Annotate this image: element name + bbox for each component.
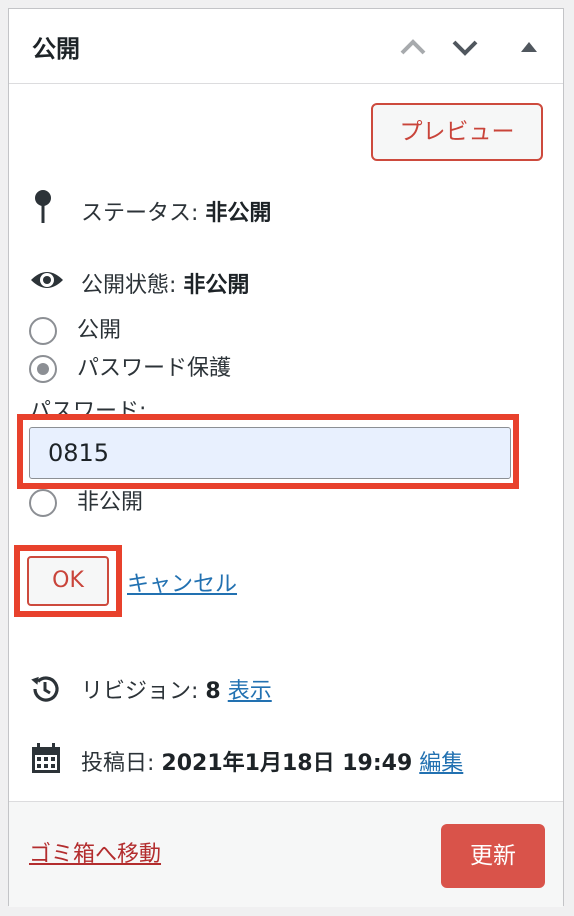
radio-public-button[interactable]	[29, 317, 57, 345]
ok-button[interactable]: OK	[27, 556, 109, 606]
chevron-up-icon	[400, 39, 426, 55]
calendar-icon	[32, 743, 60, 773]
triangle-up-icon	[521, 42, 537, 52]
pin-icon	[35, 190, 51, 223]
published-row: 投稿日: 2021年1月18日 19:49 編集	[29, 743, 549, 777]
published-text: 投稿日: 2021年1月18日 19:49 編集	[81, 745, 463, 777]
history-icon	[31, 676, 59, 702]
radio-private-button[interactable]	[29, 489, 57, 517]
panel-title: 公開	[32, 35, 80, 63]
chevron-down-icon	[452, 40, 478, 56]
revisions-text: リビジョン: 8 表示	[81, 673, 272, 705]
toggle-panel-button[interactable]	[509, 27, 549, 67]
published-edit-link[interactable]: 編集	[419, 751, 463, 776]
status-label: ステータス:	[81, 201, 199, 226]
move-up-button[interactable]	[393, 27, 433, 67]
visibility-text: 公開状態: 非公開	[81, 267, 249, 299]
password-input[interactable]: 0815	[29, 427, 511, 479]
trash-link[interactable]: ゴミ箱へ移動	[29, 836, 161, 868]
radio-password-label: パスワード保護	[77, 356, 232, 381]
status-text: ステータス: 非公開	[81, 195, 271, 227]
visibility-label: 公開状態:	[81, 273, 177, 298]
panel-header: 公開	[9, 9, 563, 84]
update-button[interactable]: 更新	[441, 824, 545, 888]
radio-password-button[interactable]	[29, 355, 57, 383]
revisions-view-link[interactable]: 表示	[228, 679, 272, 704]
radio-private-label: 非公開	[77, 490, 144, 515]
status-value: 非公開	[205, 201, 272, 226]
revisions-label: リビジョン:	[81, 679, 199, 704]
published-date: 2021年1月18日 19:49	[161, 751, 413, 776]
revisions-row: リビジョン: 8 表示	[29, 673, 429, 705]
panel-footer: ゴミ箱へ移動 更新	[9, 801, 563, 907]
cancel-link[interactable]: キャンセル	[127, 566, 237, 598]
published-label: 投稿日:	[81, 751, 155, 776]
radio-public-label: 公開	[77, 318, 122, 343]
revisions-count: 8	[205, 679, 221, 704]
status-row: ステータス: 非公開	[29, 190, 429, 227]
preview-button[interactable]: プレビュー	[371, 103, 543, 161]
move-down-button[interactable]	[445, 27, 485, 67]
publish-panel: 公開 プレビュー ステータス: 非公開 公開状態: 非公開 公開 パスワード保護…	[8, 8, 564, 907]
visibility-row: 公開状態: 非公開	[29, 267, 429, 299]
eye-icon	[31, 272, 63, 288]
visibility-value: 非公開	[183, 273, 250, 298]
